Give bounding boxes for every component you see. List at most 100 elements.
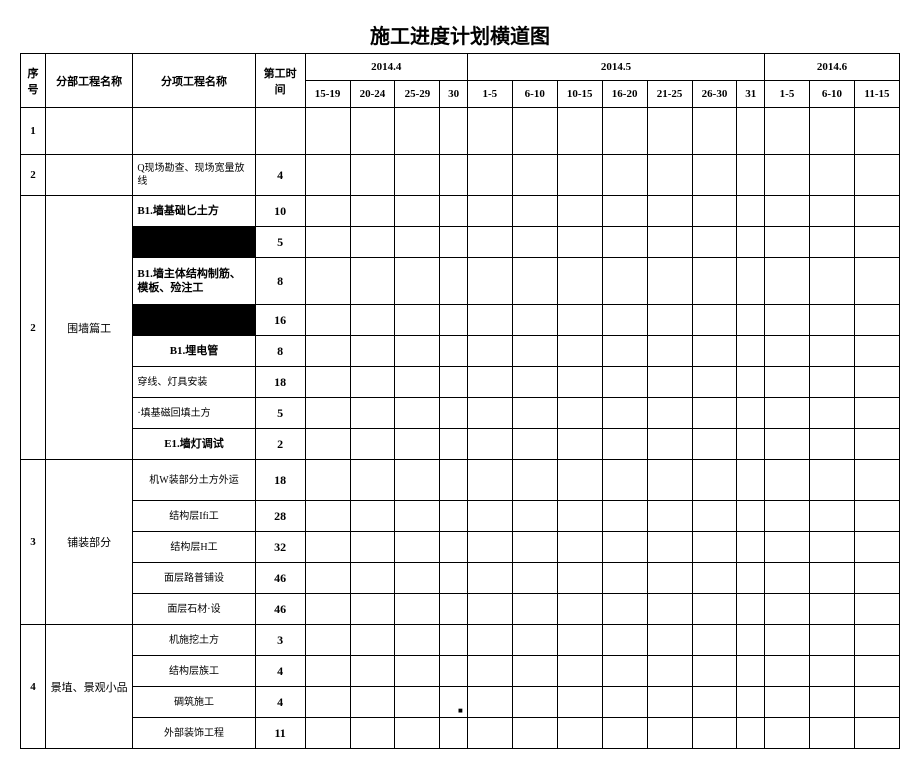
gantt-cell	[692, 196, 737, 227]
gantt-cell	[557, 687, 602, 718]
gantt-cell	[467, 563, 512, 594]
header-date: 10-15	[557, 81, 602, 108]
gantt-cell	[350, 429, 395, 460]
gantt-cell	[350, 594, 395, 625]
gantt-cell	[647, 460, 692, 501]
gantt-cell	[305, 501, 350, 532]
gantt-cell	[692, 108, 737, 155]
gantt-cell	[395, 532, 440, 563]
gantt-cell	[809, 429, 854, 460]
header-date: 1-5	[765, 81, 810, 108]
gantt-cell	[647, 687, 692, 718]
header-date: 6-10	[809, 81, 854, 108]
gantt-cell	[692, 687, 737, 718]
gantt-cell	[854, 227, 899, 258]
gantt-cell	[440, 501, 467, 532]
dur-cell: 5	[255, 398, 305, 429]
gantt-cell	[765, 687, 810, 718]
gantt-cell	[305, 367, 350, 398]
seq-cell: 1	[21, 108, 46, 155]
gantt-cell	[737, 196, 765, 227]
gantt-cell	[440, 656, 467, 687]
dur-cell: 46	[255, 594, 305, 625]
gantt-cell	[512, 594, 557, 625]
gantt-cell	[557, 196, 602, 227]
gantt-cell	[647, 718, 692, 749]
gantt-cell	[512, 336, 557, 367]
item-cell: 机W装部分土方外运	[133, 460, 255, 501]
header-month-2: 2014.5	[467, 54, 764, 81]
header-date: 30	[440, 81, 467, 108]
gantt-cell	[737, 501, 765, 532]
gantt-cell	[350, 196, 395, 227]
gantt-cell	[809, 108, 854, 155]
item-cell: B1.墙基础匕土方	[133, 196, 255, 227]
gantt-cell: ■	[440, 687, 467, 718]
gantt-cell	[467, 398, 512, 429]
gantt-cell	[854, 563, 899, 594]
header-date: 16-20	[602, 81, 647, 108]
gantt-cell	[647, 305, 692, 336]
dur-cell: 28	[255, 501, 305, 532]
gantt-cell	[737, 398, 765, 429]
header-category: 分部工程名称	[45, 54, 132, 108]
gantt-cell	[602, 594, 647, 625]
gantt-cell	[350, 563, 395, 594]
item-cell: 碉筑施工	[133, 687, 255, 718]
gantt-cell	[765, 196, 810, 227]
gantt-cell	[440, 460, 467, 501]
gantt-cell	[440, 429, 467, 460]
gantt-cell	[350, 367, 395, 398]
gantt-cell	[350, 398, 395, 429]
gantt-cell	[692, 563, 737, 594]
gantt-cell	[737, 687, 765, 718]
gantt-cell	[440, 563, 467, 594]
item-cell: ·填基磁回填土方	[133, 398, 255, 429]
gantt-cell	[305, 196, 350, 227]
gantt-cell	[854, 258, 899, 305]
gantt-cell	[809, 305, 854, 336]
gantt-cell	[440, 718, 467, 749]
gantt-cell	[765, 594, 810, 625]
gantt-cell	[440, 594, 467, 625]
item-cell: E1.墙灯调试	[133, 429, 255, 460]
gantt-cell	[557, 656, 602, 687]
gantt-cell	[602, 563, 647, 594]
gantt-cell	[512, 196, 557, 227]
gantt-cell	[692, 367, 737, 398]
gantt-cell	[467, 227, 512, 258]
gantt-cell	[440, 367, 467, 398]
gantt-cell	[854, 108, 899, 155]
gantt-cell	[692, 718, 737, 749]
gantt-cell	[467, 594, 512, 625]
cat-cell: 景埴、景观小品	[45, 625, 132, 749]
gantt-cell	[467, 656, 512, 687]
gantt-cell	[809, 460, 854, 501]
gantt-cell	[647, 155, 692, 196]
gantt-cell	[440, 532, 467, 563]
gantt-cell	[557, 108, 602, 155]
gantt-cell	[395, 196, 440, 227]
gantt-cell	[765, 108, 810, 155]
seq-cell: 4	[21, 625, 46, 749]
gantt-cell	[395, 305, 440, 336]
gantt-cell	[512, 155, 557, 196]
gantt-cell	[602, 227, 647, 258]
dur-cell: 2	[255, 429, 305, 460]
item-cell	[133, 227, 255, 258]
gantt-cell	[305, 718, 350, 749]
gantt-cell	[512, 305, 557, 336]
gantt-cell	[765, 367, 810, 398]
gantt-cell	[467, 336, 512, 367]
gantt-cell	[765, 398, 810, 429]
gantt-cell	[512, 367, 557, 398]
gantt-cell	[737, 594, 765, 625]
gantt-cell	[602, 336, 647, 367]
gantt-cell	[557, 155, 602, 196]
gantt-cell	[854, 460, 899, 501]
gantt-cell	[440, 336, 467, 367]
gantt-cell	[305, 594, 350, 625]
header-date: 20-24	[350, 81, 395, 108]
gantt-cell	[557, 594, 602, 625]
gantt-cell	[647, 429, 692, 460]
